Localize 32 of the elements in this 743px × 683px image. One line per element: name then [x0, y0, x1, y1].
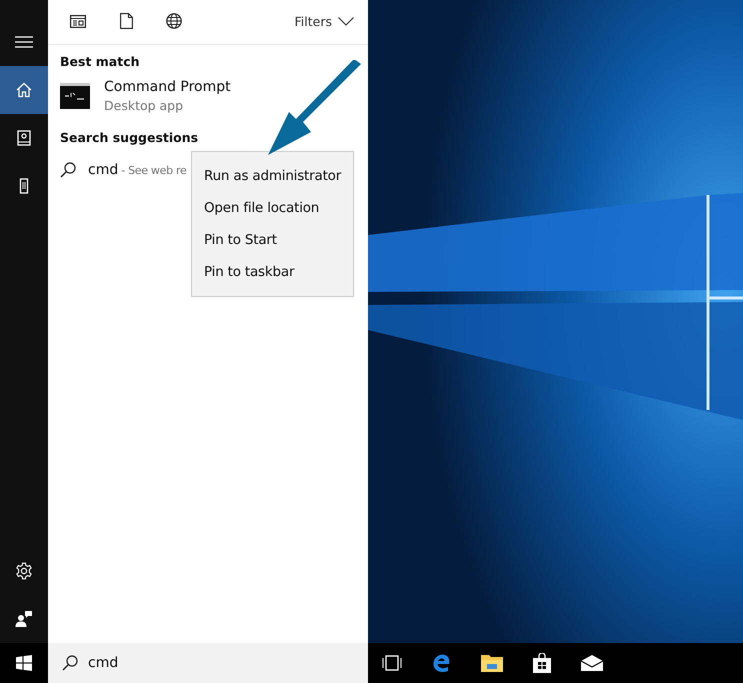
windows-icon [16, 655, 32, 671]
menu-icon [15, 36, 33, 48]
settings-icon [15, 562, 33, 580]
filters-dropdown[interactable]: Filters [290, 10, 358, 32]
menu-item[interactable]: Open file location [192, 192, 353, 224]
home-icon [16, 82, 32, 98]
search-icon [62, 655, 78, 671]
document-icon [120, 13, 132, 29]
window-icon [70, 14, 86, 28]
section-heading: Best match [60, 54, 141, 69]
task-view-icon [381, 655, 403, 671]
section-heading: Search suggestions [60, 130, 200, 145]
folder-icon [481, 654, 503, 672]
suggestion-hint: - See web re [121, 164, 186, 176]
search-icon [60, 162, 76, 178]
home-tab[interactable] [0, 66, 48, 114]
result-title: Command Prompt [104, 79, 231, 95]
envelope-icon [581, 655, 603, 671]
shopping-bag-icon [533, 653, 551, 673]
result-subtitle: Desktop app [104, 98, 184, 113]
globe-icon [166, 13, 182, 29]
notebook-icon [17, 130, 31, 146]
menu-item[interactable]: Run as administrator [192, 160, 353, 192]
search-field[interactable]: cmd [48, 643, 368, 683]
suggestion-query[interactable]: cmd [88, 162, 118, 178]
terminal-icon [60, 83, 90, 109]
tower-icon [19, 178, 29, 194]
chevron-down-icon [338, 16, 354, 26]
menu-item[interactable]: Pin to Start [192, 224, 353, 256]
menu-item[interactable]: Pin to taskbar [192, 256, 353, 288]
letter-e-icon [432, 653, 452, 673]
feedback-icon [15, 610, 33, 628]
